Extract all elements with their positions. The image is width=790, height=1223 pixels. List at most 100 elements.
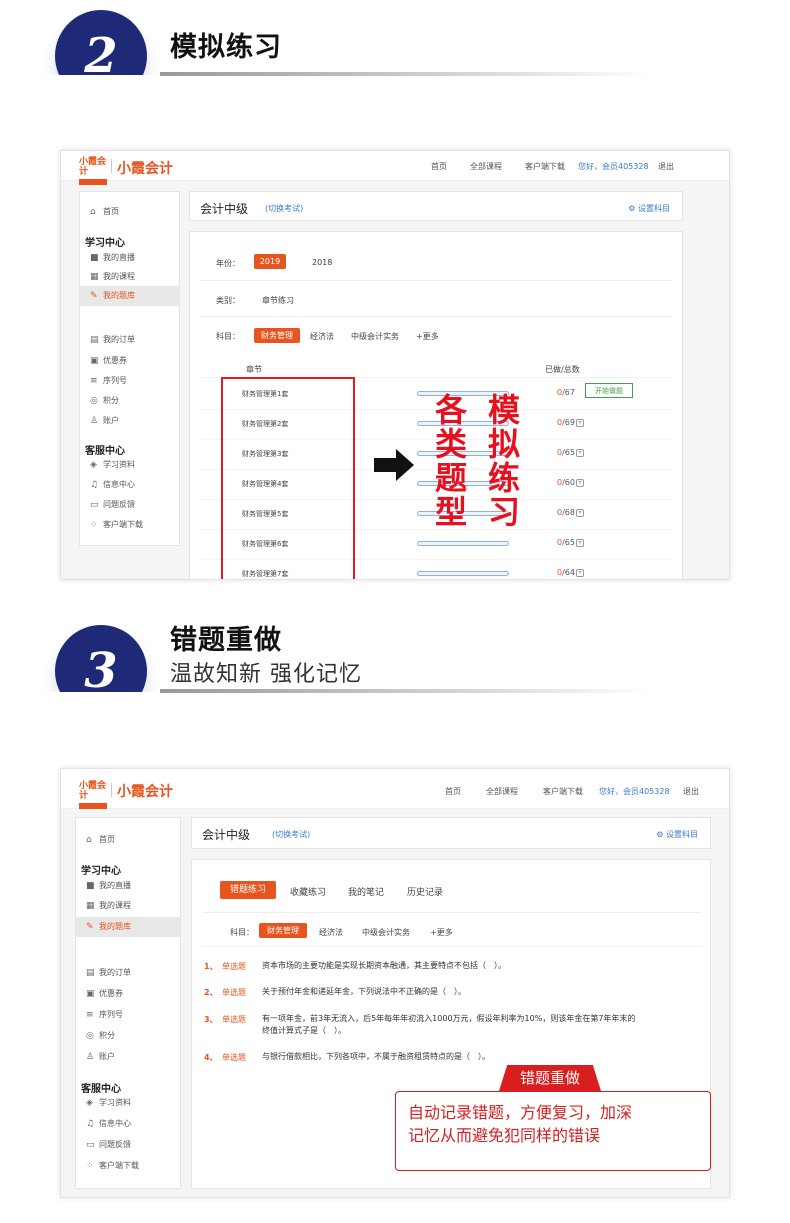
settings-link[interactable]: ⚙ 设置科目 xyxy=(628,203,670,214)
sidebar-item-serial[interactable]: ≡ 序列号 xyxy=(76,1005,180,1025)
home-icon: ⌂ xyxy=(86,835,92,845)
tab-favorites[interactable]: 收藏练习 xyxy=(290,885,326,898)
logout-link[interactable]: 退出 xyxy=(683,786,699,797)
overlay-character: 练 xyxy=(487,459,520,497)
sidebar-item-courses[interactable]: ▦ 我的课程 xyxy=(80,267,179,287)
subject-accounting-button[interactable]: 中级会计实务 xyxy=(351,331,399,342)
brand-name[interactable]: 小霞会计 xyxy=(117,781,173,801)
download-icon[interactable]: ▿ xyxy=(575,448,584,457)
cap-icon: ◈ xyxy=(86,1098,93,1108)
question-text-continued[interactable]: 终值计算式子是（ ）。 xyxy=(262,1025,346,1037)
section-divider xyxy=(160,689,650,693)
logo[interactable]: 小霞会计 xyxy=(79,781,107,809)
download-icon[interactable]: ▿ xyxy=(575,568,584,577)
sidebar-item-question-bank[interactable]: ✎ 我的题库 xyxy=(76,917,180,937)
section-3-header: 3 错题重做 温故知新 强化记忆 xyxy=(0,610,790,752)
switch-exam-link[interactable]: (切换考试) xyxy=(272,829,310,840)
sidebar-item-question-bank[interactable]: ✎ 我的题库 xyxy=(80,286,179,306)
coins-icon: ◎ xyxy=(90,396,98,406)
switch-exam-link[interactable]: (切换考试) xyxy=(265,203,303,214)
sidebar-item-materials[interactable]: ◈ 学习资料 xyxy=(76,1093,180,1113)
question-number: 3、 xyxy=(204,1015,218,1024)
section-title: 错题重做 xyxy=(170,625,282,656)
sidebar-item-points[interactable]: ◎ 积分 xyxy=(76,1026,180,1046)
user-greeting[interactable]: 您好，会员405328 xyxy=(599,786,670,797)
arrow-right-icon xyxy=(374,449,414,481)
question-text[interactable]: 有一项年金，前3年无流入，后5年每年年初流入1000万元，假设年利率为10%，则… xyxy=(262,1013,702,1025)
question-type: 单选题 xyxy=(222,1053,246,1062)
sidebar-item-messages[interactable]: ♫ 信息中心 xyxy=(76,1114,180,1134)
chat-icon: ▭ xyxy=(90,500,99,510)
tab-wrong-practice[interactable]: 错题练习 xyxy=(220,881,276,899)
sidebar-item-points[interactable]: ◎ 积分 xyxy=(80,391,179,411)
nav-download[interactable]: 客户端下载 xyxy=(543,786,583,797)
subject-finance-button[interactable]: 财务管理 xyxy=(259,923,307,938)
tab-notes[interactable]: 我的笔记 xyxy=(348,885,384,898)
question-text[interactable]: 资本市场的主要功能是实现长期资本融通，其主要特点不包括（ ）。 xyxy=(262,960,506,972)
sidebar-item-client-download[interactable]: ⁘ 客户端下载 xyxy=(76,1156,180,1176)
nav-all-courses[interactable]: 全部课程 xyxy=(470,161,502,172)
list-icon: ≡ xyxy=(86,1010,94,1020)
sidebar-item-account[interactable]: ♙ 账户 xyxy=(80,411,179,431)
download-icon[interactable]: ▿ xyxy=(575,418,584,427)
sidebar-item-materials[interactable]: ◈ 学习资料 xyxy=(80,455,179,475)
apps-icon: ⁘ xyxy=(86,1161,94,1171)
download-icon[interactable]: ▿ xyxy=(575,508,584,517)
download-icon[interactable]: ▿ xyxy=(575,538,584,547)
sidebar-item-account[interactable]: ♙ 账户 xyxy=(76,1047,180,1067)
start-practice-button[interactable]: 开始做题 xyxy=(585,383,633,398)
sidebar-item-serial[interactable]: ≡ 序列号 xyxy=(80,371,179,391)
settings-link[interactable]: ⚙ 设置科目 xyxy=(656,829,698,840)
user-greeting[interactable]: 您好，会员405328 xyxy=(578,161,649,172)
subject-more-button[interactable]: +更多 xyxy=(430,927,453,938)
subject-more-button[interactable]: +更多 xyxy=(416,331,439,342)
subject-econlaw-button[interactable]: 经济法 xyxy=(319,927,343,938)
gear-icon: ⚙ xyxy=(628,204,636,213)
sidebar-item-courses[interactable]: ▦ 我的课程 xyxy=(76,896,180,916)
subject-econlaw-button[interactable]: 经济法 xyxy=(310,331,334,342)
sidebar-item-messages[interactable]: ♫ 信息中心 xyxy=(80,475,179,495)
chat-icon: ▭ xyxy=(86,1140,95,1150)
sidebar-item-orders[interactable]: ▤ 我的订单 xyxy=(76,963,180,983)
sidebar: ⌂ 首页 学习中心 ■ 我的直播 ▦ 我的课程 ✎ 我的题库 ▤ 我的订单 ▣ 优惠券 ≡ 序… xyxy=(75,817,181,1189)
sidebar-item-orders[interactable]: ▤ 我的订单 xyxy=(80,330,179,350)
sidebar-item-coupons[interactable]: ▣ 优惠券 xyxy=(80,351,179,371)
sidebar-item-live[interactable]: ■ 我的直播 xyxy=(76,876,180,896)
overlay-character: 拟 xyxy=(487,425,520,463)
nav-home[interactable]: 首页 xyxy=(445,786,461,797)
year-2019-button[interactable]: 2019 xyxy=(254,254,286,269)
practice-screenshot: 小霞会计 小霞会计 首页 全部课程 客户端下载 您好，会员405328 退出 ⌂… xyxy=(60,150,730,580)
progress-bar xyxy=(417,541,509,546)
sidebar-item-feedback[interactable]: ▭ 问题反馈 xyxy=(76,1135,180,1155)
overlay-character: 习 xyxy=(487,493,520,531)
logout-link[interactable]: 退出 xyxy=(658,161,674,172)
question-text[interactable]: 与银行借款相比，下列各项中，不属于融资租赁特点的是（ ）。 xyxy=(262,1051,490,1063)
home-icon: ⌂ xyxy=(90,207,96,217)
tab-history[interactable]: 历史记录 xyxy=(407,885,443,898)
sidebar-heading-study: 学习中心 xyxy=(81,866,121,877)
category-chapter-button[interactable]: 章节练习 xyxy=(262,295,294,306)
progress-count: 0/69 ▿ xyxy=(557,418,584,427)
exam-header: 会计中级 (切换考试) ⚙ 设置科目 xyxy=(189,191,683,221)
subject-finance-button[interactable]: 财务管理 xyxy=(254,328,300,343)
nav-home[interactable]: 首页 xyxy=(431,161,447,172)
sidebar-item-feedback[interactable]: ▭ 问题反馈 xyxy=(80,495,179,515)
subject-accounting-button[interactable]: 中级会计实务 xyxy=(362,927,410,938)
sidebar-item-live[interactable]: ■ 我的直播 xyxy=(80,248,179,268)
year-2018-button[interactable]: 2018 xyxy=(312,258,332,267)
question-text[interactable]: 关于预付年金和递延年金，下列说法中不正确的是（ ）。 xyxy=(262,986,466,998)
sidebar-item-home[interactable]: ⌂ 首页 xyxy=(80,202,179,222)
progress-count: 0/64 ▿ xyxy=(557,568,584,577)
nav-all-courses[interactable]: 全部课程 xyxy=(486,786,518,797)
brand-name[interactable]: 小霞会计 xyxy=(117,158,173,178)
sidebar-item-client-download[interactable]: ⁘ 客户端下载 xyxy=(80,515,179,535)
grid-icon: ▦ xyxy=(86,901,95,911)
video-icon: ■ xyxy=(86,881,95,891)
question-type: 单选题 xyxy=(222,1015,246,1024)
sidebar-item-coupons[interactable]: ▣ 优惠券 xyxy=(76,984,180,1004)
download-icon[interactable]: ▿ xyxy=(575,478,584,487)
sidebar-item-home[interactable]: ⌂ 首页 xyxy=(76,830,180,850)
nav-download[interactable]: 客户端下载 xyxy=(525,161,565,172)
logo[interactable]: 小霞会计 xyxy=(79,157,107,185)
section-subtitle: 温故知新 强化记忆 xyxy=(170,662,362,687)
